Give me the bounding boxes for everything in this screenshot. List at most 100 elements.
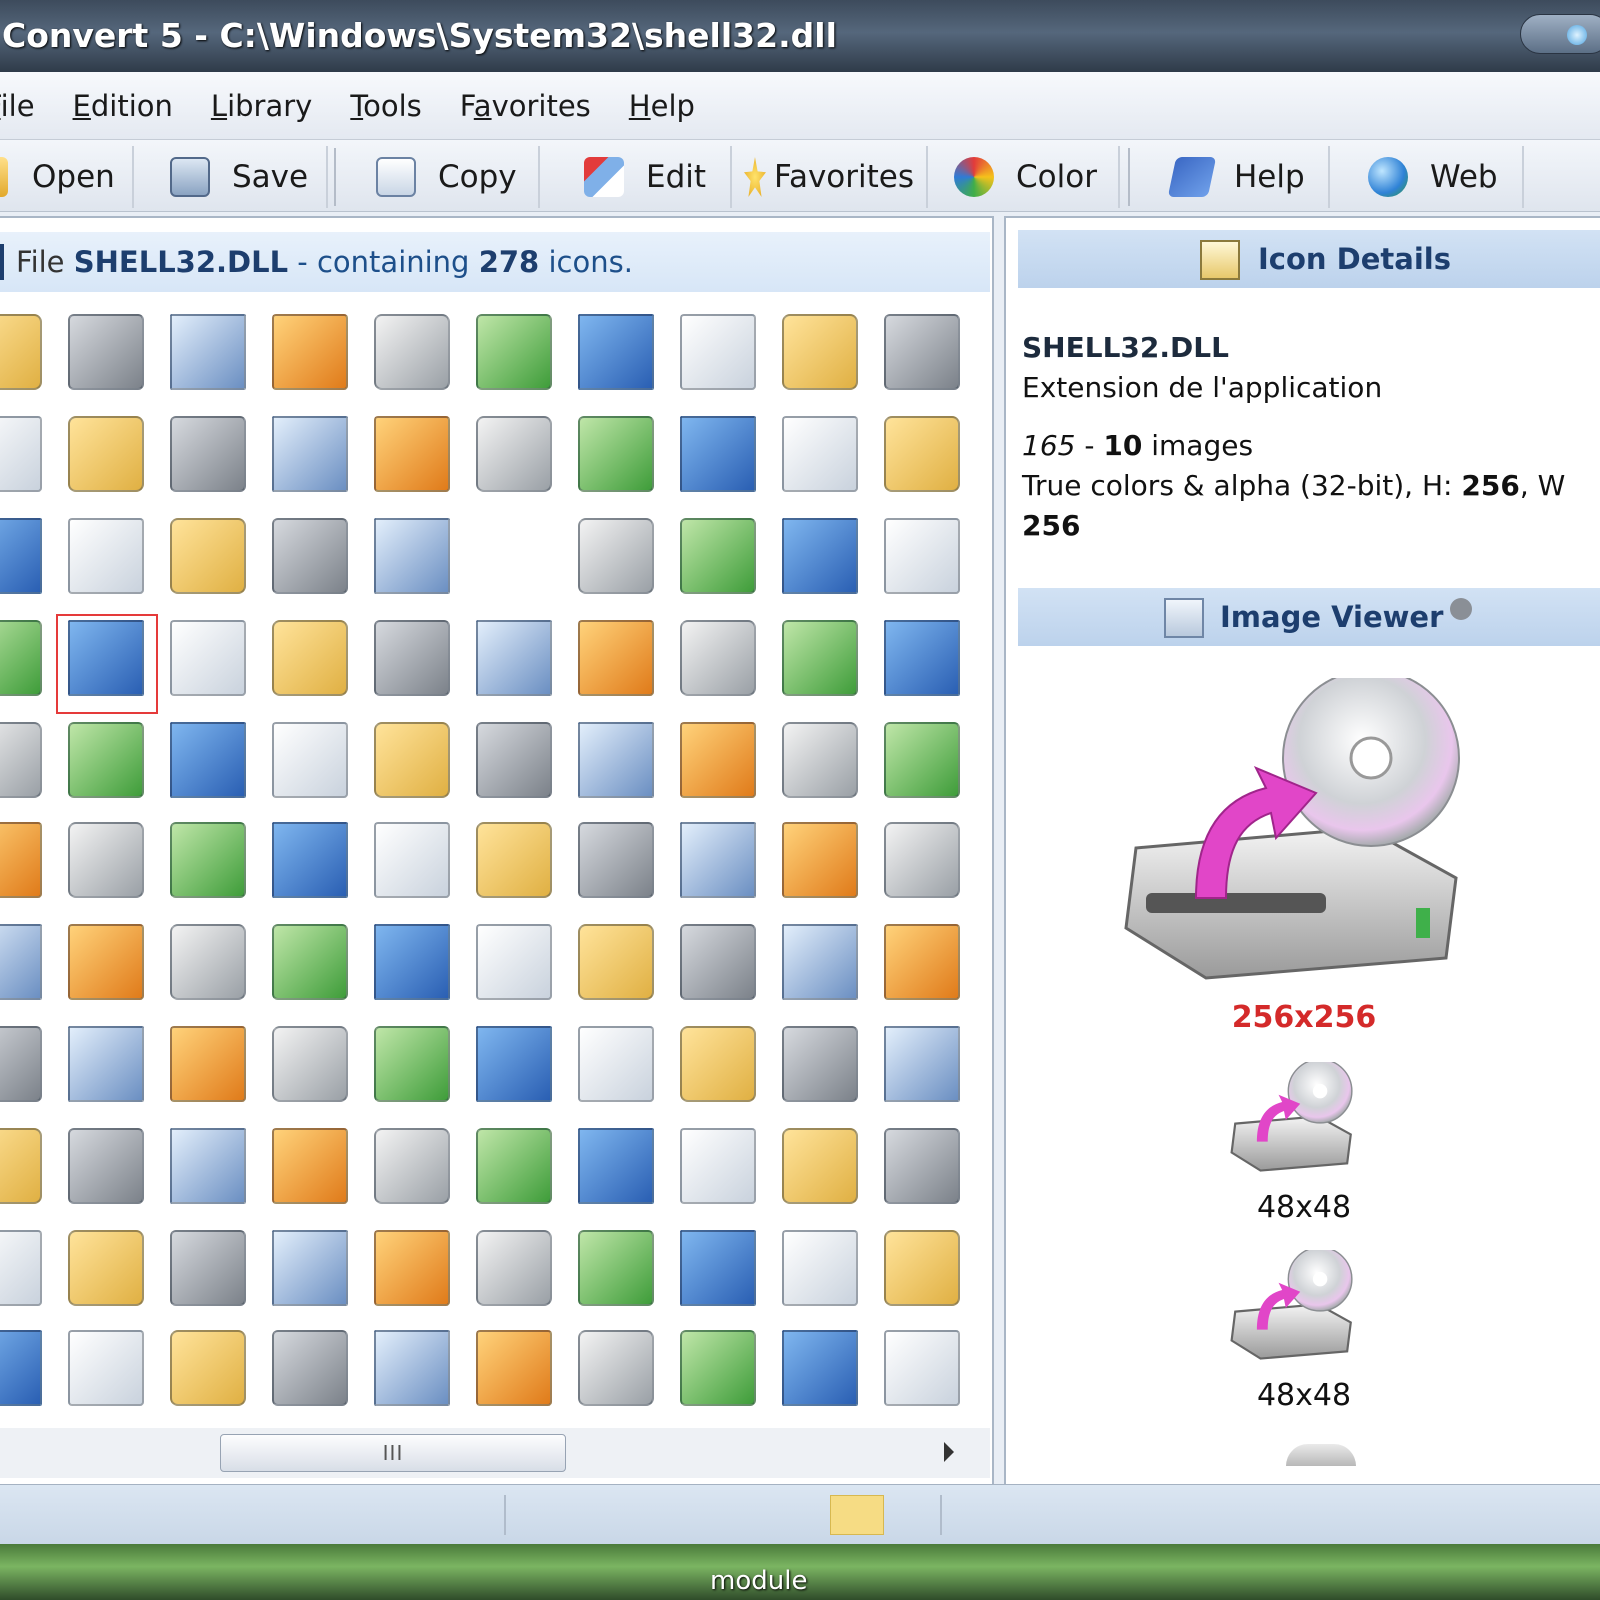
library-icon-cell[interactable] bbox=[468, 306, 560, 398]
library-icon-cell[interactable] bbox=[672, 814, 764, 906]
taskbar-label[interactable]: module bbox=[710, 1566, 807, 1596]
library-icon-cell[interactable] bbox=[0, 510, 50, 602]
library-icon-cell[interactable] bbox=[162, 1018, 254, 1110]
library-icon-cell[interactable] bbox=[0, 408, 50, 500]
library-icon-cell[interactable] bbox=[774, 612, 866, 704]
favorites-button[interactable]: Favorites bbox=[738, 146, 928, 208]
library-icon-cell[interactable] bbox=[468, 1222, 560, 1314]
library-icon-cell[interactable] bbox=[774, 510, 866, 602]
library-icon-cell[interactable] bbox=[366, 306, 458, 398]
library-icon-cell[interactable] bbox=[876, 1018, 968, 1110]
color-button[interactable]: Color bbox=[934, 146, 1120, 208]
library-icon-cell[interactable] bbox=[0, 1222, 50, 1314]
library-icon-cell[interactable] bbox=[876, 510, 968, 602]
library-icon-cell[interactable] bbox=[570, 714, 662, 806]
library-icon-cell[interactable] bbox=[774, 1322, 866, 1414]
library-icon-cell[interactable] bbox=[162, 714, 254, 806]
library-icon-cell[interactable] bbox=[0, 714, 50, 806]
library-icon-cell[interactable] bbox=[570, 1018, 662, 1110]
library-icon-cell[interactable] bbox=[774, 306, 866, 398]
size-label-48b[interactable]: 48x48 bbox=[1006, 1378, 1600, 1413]
library-icon-cell[interactable] bbox=[570, 1222, 662, 1314]
library-icon-cell[interactable] bbox=[366, 714, 458, 806]
library-icon-cell[interactable] bbox=[468, 714, 560, 806]
library-icon-cell[interactable] bbox=[0, 612, 50, 704]
library-icon-cell[interactable] bbox=[876, 1322, 968, 1414]
library-icon-cell[interactable] bbox=[672, 1222, 764, 1314]
help-button[interactable]: Help bbox=[1142, 146, 1330, 208]
library-icon-cell[interactable] bbox=[570, 1120, 662, 1212]
library-icon-cell[interactable] bbox=[264, 916, 356, 1008]
library-icon-cell[interactable] bbox=[366, 1018, 458, 1110]
cd-drive-preview-partial-icon[interactable] bbox=[1286, 1444, 1356, 1466]
menu-item-favorites[interactable]: Favorites bbox=[428, 89, 607, 123]
library-icon-cell[interactable] bbox=[60, 1322, 152, 1414]
web-button[interactable]: Web bbox=[1336, 146, 1524, 208]
library-icon-cell[interactable] bbox=[264, 612, 356, 704]
open-button[interactable]: Open bbox=[0, 146, 134, 208]
library-icon-cell[interactable] bbox=[162, 1120, 254, 1212]
library-icon-cell[interactable] bbox=[0, 1018, 50, 1110]
library-icon-cell[interactable] bbox=[0, 1120, 50, 1212]
library-icon-cell[interactable] bbox=[366, 1322, 458, 1414]
library-icon-cell[interactable] bbox=[774, 1018, 866, 1110]
menu-item-library[interactable]: Library bbox=[179, 89, 328, 123]
library-icon-cell[interactable] bbox=[60, 1120, 152, 1212]
library-icon-cell[interactable] bbox=[570, 612, 662, 704]
library-icon-cell[interactable] bbox=[60, 714, 152, 806]
library-icon-cell[interactable] bbox=[468, 1018, 560, 1110]
library-icon-cell[interactable] bbox=[672, 1322, 764, 1414]
copy-button[interactable]: Copy bbox=[348, 146, 540, 208]
library-icon-cell[interactable] bbox=[264, 306, 356, 398]
menu-item-tools[interactable]: Tools bbox=[318, 89, 437, 123]
library-icon-cell[interactable] bbox=[876, 916, 968, 1008]
library-icon-cell[interactable] bbox=[366, 612, 458, 704]
library-icon-cell[interactable] bbox=[774, 714, 866, 806]
library-icon-cell[interactable] bbox=[672, 1120, 764, 1212]
library-icon-cell[interactable] bbox=[672, 1018, 764, 1110]
library-icon-cell[interactable] bbox=[672, 306, 764, 398]
edit-button[interactable]: Edit bbox=[546, 146, 732, 208]
library-icon-cell[interactable] bbox=[570, 408, 662, 500]
library-icon-cell[interactable] bbox=[264, 1120, 356, 1212]
size-label-48a[interactable]: 48x48 bbox=[1006, 1190, 1600, 1225]
library-icon-cell[interactable] bbox=[876, 714, 968, 806]
cd-drive-preview-48[interactable] bbox=[1228, 1062, 1358, 1178]
library-icon-cell[interactable] bbox=[468, 612, 560, 704]
library-icon-cell[interactable] bbox=[366, 814, 458, 906]
library-icon-cell[interactable] bbox=[60, 916, 152, 1008]
window-control-icon[interactable] bbox=[1520, 14, 1600, 54]
library-icon-cell[interactable] bbox=[162, 612, 254, 704]
library-icon-cell[interactable] bbox=[774, 408, 866, 500]
library-icon-cell[interactable] bbox=[876, 408, 968, 500]
library-icon-cell[interactable] bbox=[468, 1322, 560, 1414]
menu-item-help[interactable]: Help bbox=[597, 89, 711, 123]
library-icon-cell[interactable] bbox=[570, 306, 662, 398]
library-icon-cell[interactable] bbox=[264, 814, 356, 906]
library-icon-cell[interactable] bbox=[876, 306, 968, 398]
library-icon-cell[interactable] bbox=[60, 1222, 152, 1314]
library-icon-cell[interactable] bbox=[0, 814, 50, 906]
library-icon-cell[interactable] bbox=[366, 916, 458, 1008]
library-icon-cell[interactable] bbox=[162, 1322, 254, 1414]
library-icon-cell[interactable] bbox=[162, 510, 254, 602]
library-icon-cell[interactable] bbox=[672, 510, 764, 602]
library-icon-cell[interactable] bbox=[774, 916, 866, 1008]
library-icon-cell[interactable] bbox=[162, 916, 254, 1008]
library-icon-cell[interactable] bbox=[876, 1222, 968, 1314]
library-icon-cell[interactable] bbox=[774, 1120, 866, 1212]
library-icon-cell[interactable] bbox=[672, 714, 764, 806]
library-icon-cell[interactable] bbox=[60, 306, 152, 398]
library-icon-cell[interactable] bbox=[468, 814, 560, 906]
pin-icon[interactable] bbox=[1450, 598, 1472, 620]
save-button[interactable]: Save bbox=[144, 146, 328, 208]
library-icon-cell[interactable] bbox=[570, 510, 662, 602]
library-icon-cell[interactable] bbox=[468, 408, 560, 500]
library-icon-cell[interactable] bbox=[264, 1018, 356, 1110]
library-icon-cell[interactable] bbox=[162, 306, 254, 398]
library-icon-cell[interactable] bbox=[264, 1322, 356, 1414]
library-icon-cell[interactable] bbox=[162, 1222, 254, 1314]
library-icon-cell[interactable] bbox=[60, 814, 152, 906]
library-icon-cell[interactable] bbox=[366, 510, 458, 602]
library-icon-cell[interactable] bbox=[672, 408, 764, 500]
